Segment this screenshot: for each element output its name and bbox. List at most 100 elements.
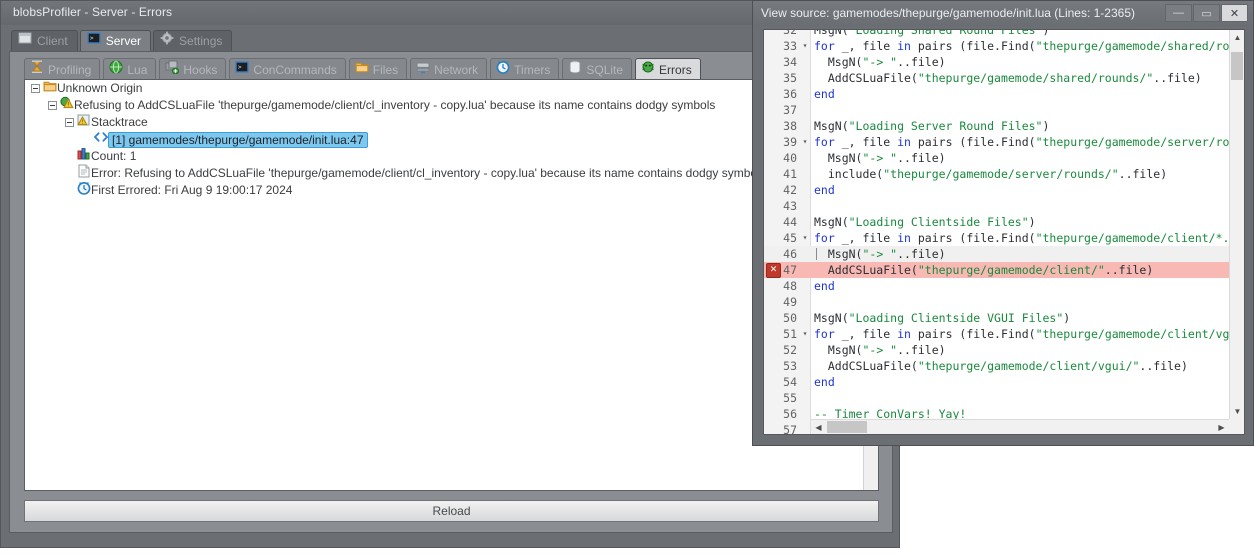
line-number: 43	[783, 199, 797, 213]
code-line[interactable]: 40 MsgN("-> "..file)	[764, 150, 1244, 166]
tree-item-label: Refusing to AddCSLuaFile 'thepurge/gamem…	[74, 98, 716, 112]
code-vertical-scrollbar[interactable]: ▲ ▼	[1229, 30, 1244, 419]
fold-toggle-icon[interactable]: ▾	[801, 38, 809, 54]
code-line[interactable]: 54 end	[764, 374, 1244, 390]
horizontal-scroll-thumb[interactable]	[827, 421, 867, 433]
code-line-text: MsgN("Loading Clientside Files")	[814, 215, 1036, 229]
tree-item-label: Stacktrace	[91, 115, 148, 129]
database-icon	[568, 60, 582, 80]
minimize-button[interactable]: —	[1165, 4, 1192, 22]
tree-item[interactable]: [1] gamemodes/thepurge/gamemode/init.lua…	[25, 131, 878, 148]
code-line[interactable]: 41 include("thepurge/gamemode/server/rou…	[764, 166, 1244, 182]
code-line-text: MsgN("-> "..file)	[814, 343, 946, 357]
code-line-text: MsgN("Loading Clientside VGUI Files")	[814, 311, 1071, 325]
code-line[interactable]: 33 ▾ for _, file in pairs (file.Find("thep…	[764, 38, 1244, 54]
maximize-button[interactable]: ▭	[1193, 4, 1220, 22]
vertical-scroll-thumb[interactable]	[1231, 52, 1243, 80]
code-line[interactable]: 37	[764, 102, 1244, 118]
tab-label: Settings	[179, 34, 223, 48]
code-line[interactable]: 53 AddCSLuaFile("thepurge/gamemode/clien…	[764, 358, 1244, 374]
tree-item[interactable]: Error: Refusing to AddCSLuaFile 'thepurg…	[25, 164, 878, 182]
code-line-text: MsgN("-> "..file)	[814, 247, 946, 261]
view-source-title: View source: gamemodes/thepurge/gamemode…	[761, 6, 1135, 20]
code-line-text: MsgN("-> "..file)	[814, 151, 946, 165]
tree-item[interactable]: ! Stacktrace	[25, 114, 878, 131]
subtab-lua[interactable]: Lua	[103, 58, 157, 80]
subtab-label: Files	[372, 62, 399, 77]
line-number: 57	[783, 423, 797, 435]
code-line[interactable]: 44 MsgN("Loading Clientside Files")	[764, 214, 1244, 230]
scroll-up-arrow-icon[interactable]: ▲	[1230, 30, 1244, 45]
code-line[interactable]: 46 MsgN("-> "..file)	[764, 246, 1244, 262]
code-line[interactable]: 50 MsgN("Loading Clientside VGUI Files")	[764, 310, 1244, 326]
tree-item[interactable]: Unknown Origin	[25, 80, 878, 97]
code-line[interactable]: 51 ▾ for _, file in pairs (file.Find("thep…	[764, 326, 1244, 342]
source-code-viewer[interactable]: 32 MsgN("Loading Shared Round Files") 33 ▾ f…	[763, 29, 1245, 435]
code-line[interactable]: ✕ 47 AddCSLuaFile("thepurge/gamemode/clie…	[764, 262, 1244, 278]
errors-tree-panel[interactable]: Unknown Origin! Refusing to AddCSLuaFile …	[24, 79, 879, 491]
tab-client[interactable]: Client	[11, 30, 78, 52]
code-line-text: MsgN("Loading Shared Round Files")	[814, 29, 1050, 37]
tree-item-label: Unknown Origin	[57, 81, 143, 95]
view-source-titlebar[interactable]: View source: gamemodes/thepurge/gamemode…	[753, 1, 1253, 26]
code-line[interactable]: 32 MsgN("Loading Shared Round Files")	[764, 29, 1244, 38]
code-icon	[93, 130, 109, 149]
tree-item-label: Count: 1	[91, 149, 137, 163]
code-horizontal-scrollbar[interactable]: ◀ ▶	[811, 419, 1229, 434]
code-line-text: for _, file in pairs (file.Find("thepurg…	[814, 135, 1244, 149]
tree-expander[interactable]	[31, 84, 40, 93]
code-line[interactable]: 45 ▾ for _, file in pairs (file.Find("thep…	[764, 230, 1244, 246]
subtab-files[interactable]: Files	[348, 58, 408, 80]
view-source-window: View source: gamemodes/thepurge/gamemode…	[752, 0, 1254, 446]
tree-expander[interactable]	[48, 101, 57, 110]
subtab-hooks[interactable]: Hooks	[159, 58, 227, 80]
code-line[interactable]: 55	[764, 390, 1244, 406]
subtab-network[interactable]: Network	[410, 58, 488, 80]
subtab-sqlite[interactable]: SQLite	[562, 58, 633, 80]
subtab-label: Profiling	[48, 62, 92, 77]
reload-button[interactable]: Reload	[24, 500, 879, 522]
close-button[interactable]: ✕	[1221, 4, 1248, 22]
code-line[interactable]: 49	[764, 294, 1244, 310]
code-line[interactable]: 36 end	[764, 86, 1244, 102]
gear-icon	[160, 31, 174, 52]
tab-settings[interactable]: Settings	[153, 30, 233, 52]
code-line[interactable]: 34 MsgN("-> "..file)	[764, 54, 1244, 70]
line-number: 49	[783, 295, 797, 309]
code-line-text: for _, file in pairs (file.Find("thepurg…	[814, 327, 1244, 341]
code-line-text: MsgN("-> "..file)	[814, 55, 946, 69]
line-number: 39	[783, 135, 797, 149]
code-line[interactable]: 43	[764, 198, 1244, 214]
subtab-concommands[interactable]: > ConCommands	[229, 58, 346, 80]
line-number: 46	[783, 247, 797, 261]
code-line-text: AddCSLuaFile("thepurge/gamemode/shared/r…	[814, 71, 1202, 85]
tree-expander[interactable]	[65, 118, 74, 127]
tree-item[interactable]: Count: 1	[25, 148, 878, 165]
fold-toggle-icon[interactable]: ▾	[801, 134, 809, 150]
scroll-down-arrow-icon[interactable]: ▼	[1230, 404, 1244, 419]
code-line-text: end	[814, 375, 835, 389]
scroll-right-arrow-icon[interactable]: ▶	[1214, 420, 1229, 434]
subtab-timers[interactable]: Timers	[490, 58, 560, 80]
code-line[interactable]: 38 MsgN("Loading Server Round Files")	[764, 118, 1244, 134]
subtab-profiling[interactable]: Profiling	[24, 58, 101, 80]
code-line[interactable]: 48 end	[764, 278, 1244, 294]
fold-toggle-icon[interactable]: ▾	[801, 230, 809, 246]
clock-icon	[77, 181, 91, 200]
bug-icon	[641, 60, 655, 80]
code-line-text: for _, file in pairs (file.Find("thepurg…	[814, 231, 1244, 245]
tab-server[interactable]: > Server	[79, 30, 152, 52]
code-line[interactable]: 52 MsgN("-> "..file)	[764, 342, 1244, 358]
line-number: 54	[783, 375, 797, 389]
code-line[interactable]: 39 ▾ for _, file in pairs (file.Find("thep…	[764, 134, 1244, 150]
code-line[interactable]: 42 end	[764, 182, 1244, 198]
subtab-errors[interactable]: Errors	[635, 58, 701, 80]
code-line[interactable]: 35 AddCSLuaFile("thepurge/gamemode/share…	[764, 70, 1244, 86]
tree-item-label: [1] gamemodes/thepurge/gamemode/init.lua…	[108, 131, 368, 148]
tree-item[interactable]: ! Refusing to AddCSLuaFile 'thepurge/game…	[25, 96, 878, 114]
line-number: 48	[783, 279, 797, 293]
hooks-icon	[165, 60, 180, 80]
tree-item[interactable]: First Errored: Fri Aug 9 19:00:17 2024	[25, 182, 878, 199]
scroll-left-arrow-icon[interactable]: ◀	[811, 420, 826, 434]
fold-toggle-icon[interactable]: ▾	[801, 326, 809, 342]
